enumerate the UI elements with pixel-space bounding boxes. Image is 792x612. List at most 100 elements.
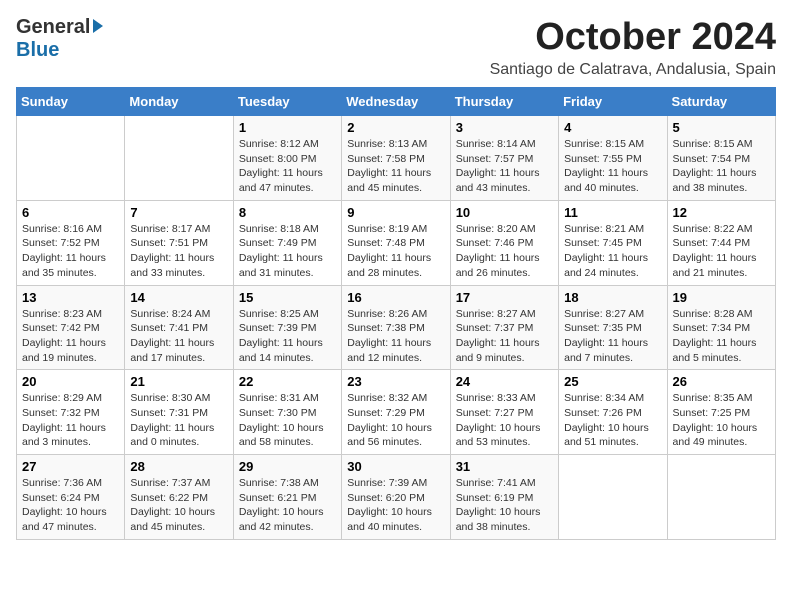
day-info: Sunrise: 8:32 AM Sunset: 7:29 PM Dayligh… xyxy=(347,391,444,450)
day-number: 29 xyxy=(239,459,336,474)
day-number: 21 xyxy=(130,374,227,389)
day-cell: 7 Sunrise: 8:17 AM Sunset: 7:51 PM Daylig… xyxy=(125,200,233,285)
day-info: Sunrise: 8:35 AM Sunset: 7:25 PM Dayligh… xyxy=(673,391,770,450)
week-row-4: 20 Sunrise: 8:29 AM Sunset: 7:32 PM Dayli… xyxy=(17,370,776,455)
day-cell: 11 Sunrise: 8:21 AM Sunset: 7:45 PM Dayli… xyxy=(559,200,667,285)
day-cell: 9 Sunrise: 8:19 AM Sunset: 7:48 PM Daylig… xyxy=(342,200,450,285)
day-cell: 24Sunrise: 8:33 AM Sunset: 7:27 PM Dayli… xyxy=(450,370,558,455)
day-number: 10 xyxy=(456,205,553,220)
day-cell: 17 Sunrise: 8:27 AM Sunset: 7:37 PM Dayli… xyxy=(450,285,558,370)
day-number: 15 xyxy=(239,290,336,305)
day-cell: 1 Sunrise: 8:12 AM Sunset: 8:00 PM Daylig… xyxy=(233,116,341,201)
day-info: Sunrise: 8:14 AM Sunset: 7:57 PM Dayligh… xyxy=(456,137,553,196)
day-number: 2 xyxy=(347,120,444,135)
day-info: Sunrise: 8:18 AM Sunset: 7:49 PM Dayligh… xyxy=(239,222,336,281)
week-row-1: 1 Sunrise: 8:12 AM Sunset: 8:00 PM Daylig… xyxy=(17,116,776,201)
day-cell: 18Sunrise: 8:27 AM Sunset: 7:35 PM Dayli… xyxy=(559,285,667,370)
calendar-table: SundayMondayTuesdayWednesdayThursdayFrid… xyxy=(16,87,776,540)
day-number: 14 xyxy=(130,290,227,305)
day-info: Sunrise: 8:28 AM Sunset: 7:34 PM Dayligh… xyxy=(673,307,770,366)
day-number: 26 xyxy=(673,374,770,389)
header-cell-tuesday: Tuesday xyxy=(233,88,341,116)
header-cell-sunday: Sunday xyxy=(17,88,125,116)
day-info: Sunrise: 8:27 AM Sunset: 7:37 PM Dayligh… xyxy=(456,307,553,366)
day-cell: 3 Sunrise: 8:14 AM Sunset: 7:57 PM Daylig… xyxy=(450,116,558,201)
day-number: 1 xyxy=(239,120,336,135)
day-number: 13 xyxy=(22,290,119,305)
day-info: Sunrise: 7:38 AM Sunset: 6:21 PM Dayligh… xyxy=(239,476,336,535)
day-number: 23 xyxy=(347,374,444,389)
day-info: Sunrise: 8:15 AM Sunset: 7:55 PM Dayligh… xyxy=(564,137,661,196)
day-info: Sunrise: 7:36 AM Sunset: 6:24 PM Dayligh… xyxy=(22,476,119,535)
day-info: Sunrise: 8:33 AM Sunset: 7:27 PM Dayligh… xyxy=(456,391,553,450)
day-cell xyxy=(559,455,667,540)
day-info: Sunrise: 7:41 AM Sunset: 6:19 PM Dayligh… xyxy=(456,476,553,535)
day-number: 17 xyxy=(456,290,553,305)
month-title: October 2024 xyxy=(490,16,776,59)
location: Santiago de Calatrava, Andalusia, Spain xyxy=(490,61,776,79)
day-info: Sunrise: 8:34 AM Sunset: 7:26 PM Dayligh… xyxy=(564,391,661,450)
day-info: Sunrise: 8:22 AM Sunset: 7:44 PM Dayligh… xyxy=(673,222,770,281)
day-cell: 13Sunrise: 8:23 AM Sunset: 7:42 PM Dayli… xyxy=(17,285,125,370)
day-cell: 5 Sunrise: 8:15 AM Sunset: 7:54 PM Daylig… xyxy=(667,116,775,201)
title-block: October 2024 Santiago de Calatrava, Anda… xyxy=(490,16,776,79)
day-cell: 26 Sunrise: 8:35 AM Sunset: 7:25 PM Dayli… xyxy=(667,370,775,455)
header-cell-wednesday: Wednesday xyxy=(342,88,450,116)
day-cell: 31Sunrise: 7:41 AM Sunset: 6:19 PM Dayli… xyxy=(450,455,558,540)
day-info: Sunrise: 8:29 AM Sunset: 7:32 PM Dayligh… xyxy=(22,391,119,450)
day-info: Sunrise: 8:15 AM Sunset: 7:54 PM Dayligh… xyxy=(673,137,770,196)
logo: General Blue xyxy=(16,16,103,62)
day-info: Sunrise: 8:21 AM Sunset: 7:45 PM Dayligh… xyxy=(564,222,661,281)
day-cell: 10 Sunrise: 8:20 AM Sunset: 7:46 PM Dayli… xyxy=(450,200,558,285)
day-number: 19 xyxy=(673,290,770,305)
day-info: Sunrise: 8:25 AM Sunset: 7:39 PM Dayligh… xyxy=(239,307,336,366)
day-number: 9 xyxy=(347,205,444,220)
day-cell: 6 Sunrise: 8:16 AM Sunset: 7:52 PM Daylig… xyxy=(17,200,125,285)
day-cell: 4Sunrise: 8:15 AM Sunset: 7:55 PM Daylig… xyxy=(559,116,667,201)
logo-blue: Blue xyxy=(16,39,59,62)
day-number: 25 xyxy=(564,374,661,389)
page-header: General Blue October 2024 Santiago de Ca… xyxy=(16,16,776,79)
day-cell xyxy=(17,116,125,201)
day-info: Sunrise: 8:26 AM Sunset: 7:38 PM Dayligh… xyxy=(347,307,444,366)
header-cell-friday: Friday xyxy=(559,88,667,116)
day-cell: 29 Sunrise: 7:38 AM Sunset: 6:21 PM Dayli… xyxy=(233,455,341,540)
day-info: Sunrise: 8:19 AM Sunset: 7:48 PM Dayligh… xyxy=(347,222,444,281)
day-cell xyxy=(667,455,775,540)
day-number: 8 xyxy=(239,205,336,220)
day-info: Sunrise: 8:16 AM Sunset: 7:52 PM Dayligh… xyxy=(22,222,119,281)
logo-arrow-icon xyxy=(93,19,103,33)
day-cell: 14Sunrise: 8:24 AM Sunset: 7:41 PM Dayli… xyxy=(125,285,233,370)
day-cell: 23 Sunrise: 8:32 AM Sunset: 7:29 PM Dayli… xyxy=(342,370,450,455)
day-number: 5 xyxy=(673,120,770,135)
day-cell: 27 Sunrise: 7:36 AM Sunset: 6:24 PM Dayli… xyxy=(17,455,125,540)
day-cell: 19 Sunrise: 8:28 AM Sunset: 7:34 PM Dayli… xyxy=(667,285,775,370)
logo-general: General xyxy=(16,16,90,39)
day-number: 12 xyxy=(673,205,770,220)
day-cell: 2 Sunrise: 8:13 AM Sunset: 7:58 PM Daylig… xyxy=(342,116,450,201)
day-info: Sunrise: 8:30 AM Sunset: 7:31 PM Dayligh… xyxy=(130,391,227,450)
day-number: 6 xyxy=(22,205,119,220)
day-number: 30 xyxy=(347,459,444,474)
header-cell-saturday: Saturday xyxy=(667,88,775,116)
day-number: 28 xyxy=(130,459,227,474)
day-info: Sunrise: 7:37 AM Sunset: 6:22 PM Dayligh… xyxy=(130,476,227,535)
day-cell xyxy=(125,116,233,201)
day-number: 11 xyxy=(564,205,661,220)
day-info: Sunrise: 7:39 AM Sunset: 6:20 PM Dayligh… xyxy=(347,476,444,535)
day-info: Sunrise: 8:13 AM Sunset: 7:58 PM Dayligh… xyxy=(347,137,444,196)
day-cell: 28 Sunrise: 7:37 AM Sunset: 6:22 PM Dayli… xyxy=(125,455,233,540)
day-cell: 21 Sunrise: 8:30 AM Sunset: 7:31 PM Dayli… xyxy=(125,370,233,455)
day-number: 3 xyxy=(456,120,553,135)
day-number: 18 xyxy=(564,290,661,305)
day-number: 16 xyxy=(347,290,444,305)
day-number: 7 xyxy=(130,205,227,220)
day-info: Sunrise: 8:17 AM Sunset: 7:51 PM Dayligh… xyxy=(130,222,227,281)
day-info: Sunrise: 8:31 AM Sunset: 7:30 PM Dayligh… xyxy=(239,391,336,450)
day-cell: 16 Sunrise: 8:26 AM Sunset: 7:38 PM Dayli… xyxy=(342,285,450,370)
day-number: 27 xyxy=(22,459,119,474)
day-cell: 12 Sunrise: 8:22 AM Sunset: 7:44 PM Dayli… xyxy=(667,200,775,285)
day-info: Sunrise: 8:12 AM Sunset: 8:00 PM Dayligh… xyxy=(239,137,336,196)
day-info: Sunrise: 8:20 AM Sunset: 7:46 PM Dayligh… xyxy=(456,222,553,281)
day-number: 20 xyxy=(22,374,119,389)
